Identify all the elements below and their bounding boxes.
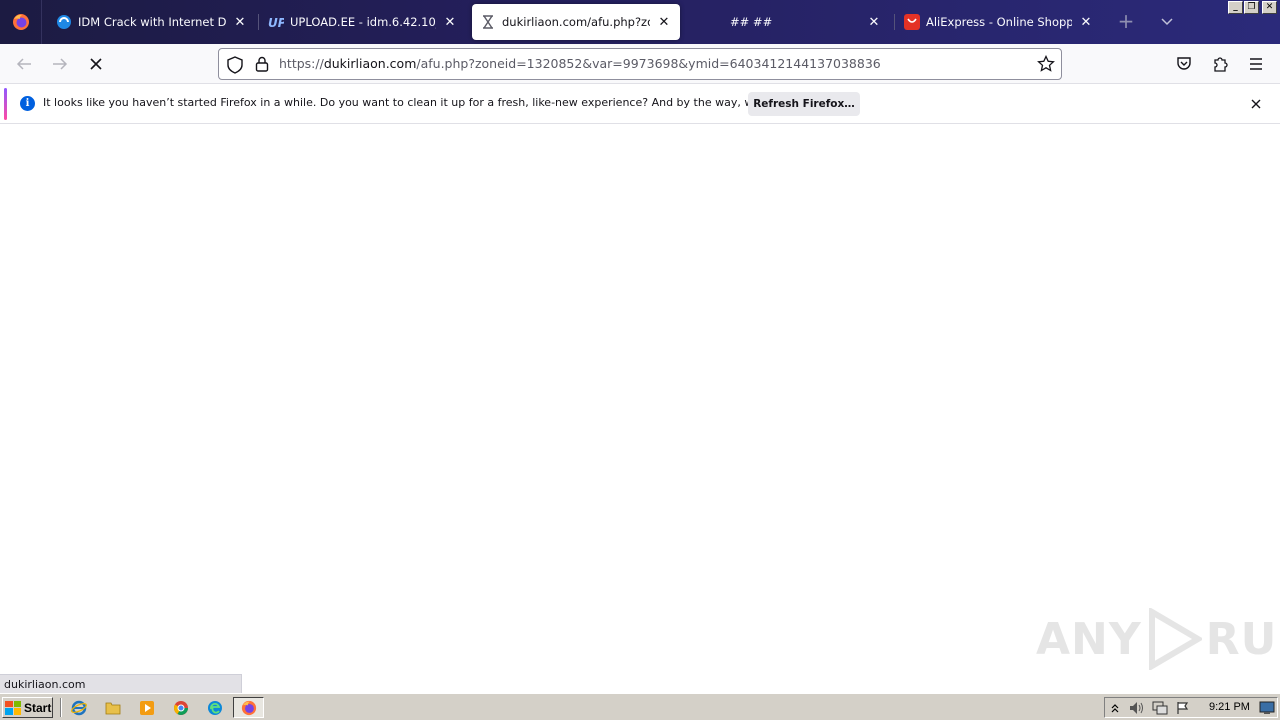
start-button[interactable]: Start: [2, 697, 53, 718]
anyrun-watermark: ANY RUN: [1036, 607, 1280, 671]
list-all-tabs-button[interactable]: [1157, 12, 1177, 32]
svg-text:UP: UP: [268, 16, 284, 29]
minimize-window-button[interactable]: _: [1228, 1, 1243, 14]
tab-separator: [258, 14, 259, 30]
info-icon: i: [20, 96, 35, 111]
close-tab-icon[interactable]: ✕: [656, 14, 672, 30]
close-notification-button[interactable]: [1248, 96, 1264, 112]
idm-favicon: [56, 14, 72, 30]
watermark-right: RUN: [1205, 613, 1280, 665]
new-tab-button[interactable]: +: [1116, 9, 1136, 33]
pocket-button[interactable]: [1172, 52, 1196, 76]
clock[interactable]: 9:21 PM: [1209, 701, 1250, 713]
url-scheme: https://: [279, 56, 324, 71]
refresh-firefox-button[interactable]: Refresh Firefox…: [748, 92, 860, 116]
refresh-notification-bar: i It looks like you haven’t started Fire…: [0, 84, 1280, 124]
taskbar: Start 9:21 PM: [0, 693, 1280, 720]
tab-dukirliaon[interactable]: dukirliaon.com/afu.php?zoneid= ✕: [472, 4, 680, 40]
tab-upload-ee[interactable]: UP UPLOAD.EE - idm.6.42.10_with_ ✕: [260, 4, 466, 40]
lock-icon[interactable]: [255, 56, 269, 72]
chevron-down-icon: [1161, 18, 1173, 26]
action-center-flag-icon[interactable]: [1175, 700, 1191, 716]
url-domain: dukirliaon.com: [323, 56, 417, 71]
tab-hash[interactable]: ## ## ✕: [686, 4, 890, 40]
screen: IDM Crack with Internet Downlo ✕ UP UPLO…: [0, 0, 1280, 720]
file-explorer-icon[interactable]: [104, 699, 122, 717]
tab-separator: [894, 14, 895, 30]
puzzle-piece-icon: [1214, 57, 1228, 72]
windows-logo-icon: [5, 700, 21, 715]
close-window-button[interactable]: ✕: [1262, 1, 1277, 14]
show-desktop-icon[interactable]: [1259, 700, 1275, 716]
tab-title: UPLOAD.EE - idm.6.42.10_with_: [290, 15, 436, 29]
url-text[interactable]: https://dukirliaon.com/afu.php?zoneid=13…: [279, 56, 881, 71]
hamburger-menu-icon: [1250, 58, 1262, 70]
firefox-taskbar-button[interactable]: [233, 697, 264, 718]
aliexpress-favicon: [904, 14, 920, 30]
tab-title: AliExpress - Online Shopping für: [926, 15, 1072, 29]
restore-window-button[interactable]: ❐: [1244, 1, 1259, 14]
tab-idm[interactable]: IDM Crack with Internet Downlo ✕: [48, 4, 256, 40]
edge-icon[interactable]: [206, 699, 224, 717]
back-button[interactable]: [12, 52, 36, 76]
tab-title: dukirliaon.com/afu.php?zoneid=: [502, 15, 650, 29]
firefox-icon: [12, 14, 29, 30]
chrome-icon[interactable]: [172, 699, 190, 717]
start-label: Start: [24, 700, 52, 715]
close-tab-icon[interactable]: ✕: [232, 14, 248, 30]
bookmark-star-icon[interactable]: [1037, 55, 1055, 73]
app-menu-button[interactable]: [1244, 52, 1268, 76]
forward-button[interactable]: [48, 52, 72, 76]
status-panel: dukirliaon.com: [0, 674, 242, 693]
plus-icon: +: [1117, 9, 1135, 33]
internet-explorer-icon[interactable]: [70, 699, 88, 717]
forward-arrow-icon: [53, 58, 68, 70]
close-tab-icon[interactable]: ✕: [866, 14, 882, 30]
notification-accent: [4, 88, 7, 120]
firefox-icon: [241, 700, 256, 715]
notification-message: It looks like you haven’t started Firefo…: [43, 96, 828, 109]
pocket-icon: [1177, 57, 1191, 70]
play-logo-icon: [1148, 608, 1202, 670]
network-icon[interactable]: [1152, 700, 1168, 716]
close-tab-icon[interactable]: ✕: [1078, 14, 1094, 30]
tab-title: IDM Crack with Internet Downlo: [78, 15, 226, 29]
url-path: /afu.php?zoneid=1320852&var=9973698&ymid…: [416, 56, 881, 71]
media-player-icon[interactable]: [138, 699, 156, 717]
url-bar[interactable]: https://dukirliaon.com/afu.php?zoneid=13…: [218, 48, 1062, 80]
volume-icon[interactable]: [1129, 700, 1145, 716]
navigation-toolbar: https://dukirliaon.com/afu.php?zoneid=13…: [0, 44, 1280, 84]
watermark-left: ANY: [1036, 613, 1142, 665]
stop-button[interactable]: [84, 52, 108, 76]
hourglass-loading-icon: [480, 14, 496, 30]
close-tab-icon[interactable]: ✕: [442, 14, 458, 30]
system-tray: 9:21 PM: [1104, 697, 1278, 718]
taskbar-separator: [60, 698, 62, 717]
back-arrow-icon: [16, 58, 31, 70]
shield-icon[interactable]: [227, 56, 243, 74]
tab-title: ## ##: [730, 15, 773, 29]
extensions-button[interactable]: [1208, 52, 1232, 76]
stop-x-icon: [90, 58, 102, 70]
upload-ee-favicon: UP: [268, 14, 284, 30]
show-hidden-icons-icon[interactable]: [1107, 700, 1123, 716]
close-icon: [1251, 99, 1261, 109]
blank-favicon: [694, 14, 710, 30]
firefox-view-button[interactable]: [0, 0, 42, 44]
tab-aliexpress[interactable]: AliExpress - Online Shopping für ✕: [896, 4, 1102, 40]
